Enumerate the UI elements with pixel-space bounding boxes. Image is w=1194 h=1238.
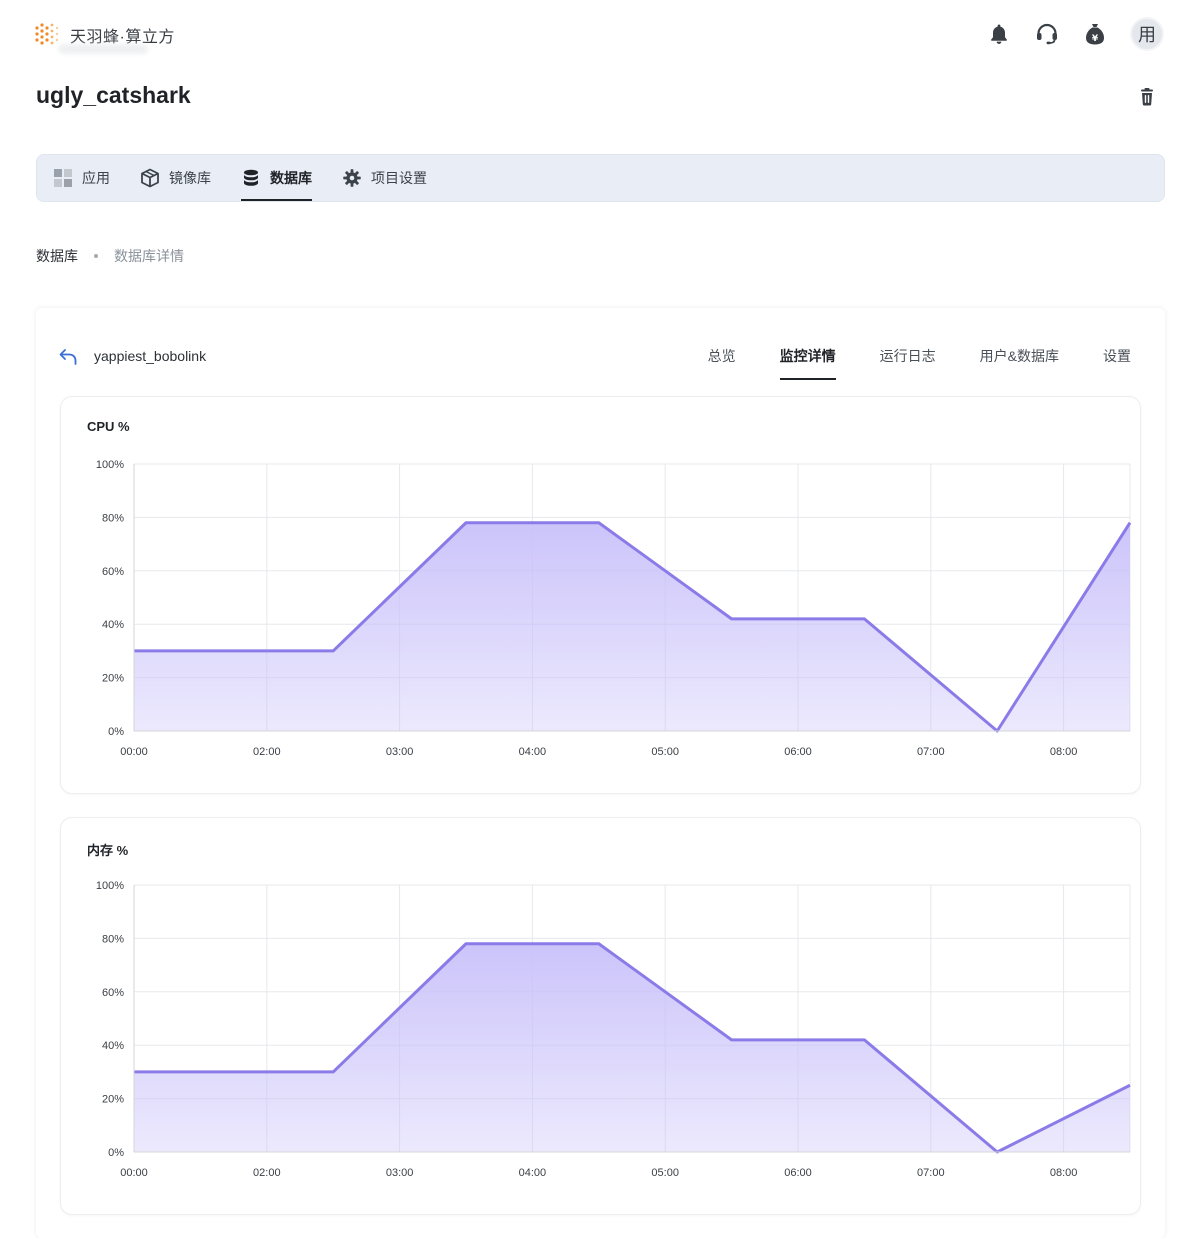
tab-users-databases[interactable]: 用户&数据库 bbox=[980, 346, 1059, 380]
y-tick-label: 80% bbox=[102, 933, 124, 945]
cpu-chart-card: CPU % 100% 80% 60% 40% 20% 0% 00:00 02:00 03:00 0… bbox=[60, 396, 1141, 794]
database-icon bbox=[241, 168, 261, 188]
y-tick-label: 60% bbox=[102, 566, 124, 578]
headset-icon[interactable] bbox=[1034, 21, 1060, 47]
y-tick-label: 40% bbox=[102, 619, 124, 631]
y-tick-label: 20% bbox=[102, 673, 124, 685]
x-tick-label: 08:00 bbox=[1050, 746, 1078, 758]
x-tick-label: 07:00 bbox=[917, 1167, 945, 1179]
database-detail-card: yappiest_bobolink 总览 监控详情 运行日志 用户&数据库 设置… bbox=[36, 308, 1165, 1238]
project-title: ugly_catshark bbox=[36, 82, 191, 108]
x-tick-label: 03:00 bbox=[386, 746, 414, 758]
y-tick-label: 60% bbox=[102, 987, 124, 999]
top-actions: ¥ 用 bbox=[986, 17, 1164, 51]
x-tick-label: 06:00 bbox=[784, 1167, 812, 1179]
detail-tabs: 总览 监控详情 运行日志 用户&数据库 设置 bbox=[708, 346, 1131, 380]
memory-chart-card: 内存 % 100% 80% 60% 40% 20% 0% 00:00 02:00 03:00 04… bbox=[60, 817, 1141, 1215]
trash-icon[interactable] bbox=[1136, 86, 1158, 108]
y-tick-label: 100% bbox=[96, 880, 124, 892]
breadcrumb-separator bbox=[94, 254, 98, 258]
breadcrumb-root[interactable]: 数据库 bbox=[36, 246, 78, 266]
memory-chart: 100% 80% 60% 40% 20% 0% 00:00 02:00 03:00 04:00 05… bbox=[96, 880, 1131, 1179]
tab-overview[interactable]: 总览 bbox=[708, 346, 736, 380]
nav-item-images[interactable]: 镜像库 bbox=[140, 155, 211, 201]
nav-item-label: 应用 bbox=[82, 170, 110, 186]
cpu-chart: 100% 80% 60% 40% 20% 0% 00:00 02:00 03:00 04:00 05… bbox=[96, 459, 1132, 758]
nav-item-label: 项目设置 bbox=[371, 170, 427, 186]
x-tick-label: 04:00 bbox=[519, 746, 547, 758]
breadcrumb: 数据库 数据库详情 bbox=[36, 246, 184, 266]
tab-settings[interactable]: 设置 bbox=[1103, 346, 1131, 380]
nav-item-project-settings[interactable]: 项目设置 bbox=[342, 155, 427, 201]
detail-header: yappiest_bobolink 总览 监控详情 运行日志 用户&数据库 设置 bbox=[36, 308, 1165, 380]
apps-grid-icon bbox=[53, 168, 73, 188]
tab-monitoring[interactable]: 监控详情 bbox=[779, 346, 836, 380]
x-tick-label: 08:00 bbox=[1050, 1167, 1078, 1179]
series-area bbox=[134, 943, 1130, 1152]
y-tick-label: 20% bbox=[102, 1094, 124, 1106]
svg-text:¥: ¥ bbox=[1092, 34, 1099, 44]
y-tick-label: 40% bbox=[102, 1040, 124, 1052]
money-bag-icon[interactable]: ¥ bbox=[1082, 21, 1108, 47]
x-tick-label: 04:00 bbox=[519, 1167, 547, 1179]
x-tick-label: 00:00 bbox=[120, 1167, 148, 1179]
x-tick-label: 02:00 bbox=[253, 1167, 281, 1179]
bell-icon[interactable] bbox=[986, 21, 1012, 47]
x-tick-label: 00:00 bbox=[120, 746, 148, 758]
x-tick-label: 06:00 bbox=[784, 746, 812, 758]
x-tick-label: 02:00 bbox=[253, 746, 281, 758]
gear-icon bbox=[342, 168, 362, 188]
y-tick-label: 0% bbox=[108, 1147, 124, 1159]
nav-item-label: 镜像库 bbox=[169, 170, 211, 186]
x-tick-label: 05:00 bbox=[651, 746, 679, 758]
x-tick-label: 05:00 bbox=[651, 1167, 679, 1179]
nav-item-label: 数据库 bbox=[270, 170, 312, 186]
box-icon bbox=[140, 168, 160, 188]
breadcrumb-current: 数据库详情 bbox=[114, 248, 184, 264]
x-tick-label: 03:00 bbox=[386, 1167, 414, 1179]
y-tick-label: 0% bbox=[108, 726, 124, 738]
y-tick-label: 100% bbox=[96, 459, 124, 471]
user-avatar[interactable]: 用 bbox=[1130, 17, 1164, 51]
project-nav: 应用 镜像库 数据库 项目设置 bbox=[36, 154, 1165, 202]
tab-logs[interactable]: 运行日志 bbox=[880, 346, 936, 380]
honeycomb-logo-icon bbox=[35, 23, 59, 45]
y-tick-label: 80% bbox=[102, 512, 124, 524]
top-bar: 天羽蜂·算立方 ¥ 用 bbox=[0, 0, 1194, 70]
brand-subtitle-blurred bbox=[58, 44, 148, 54]
nav-item-apps[interactable]: 应用 bbox=[53, 155, 110, 201]
back-arrow-icon[interactable] bbox=[58, 346, 80, 368]
nav-item-database[interactable]: 数据库 bbox=[241, 155, 312, 201]
x-tick-label: 07:00 bbox=[917, 746, 945, 758]
series-area bbox=[134, 522, 1130, 731]
database-name: yappiest_bobolink bbox=[94, 348, 207, 364]
